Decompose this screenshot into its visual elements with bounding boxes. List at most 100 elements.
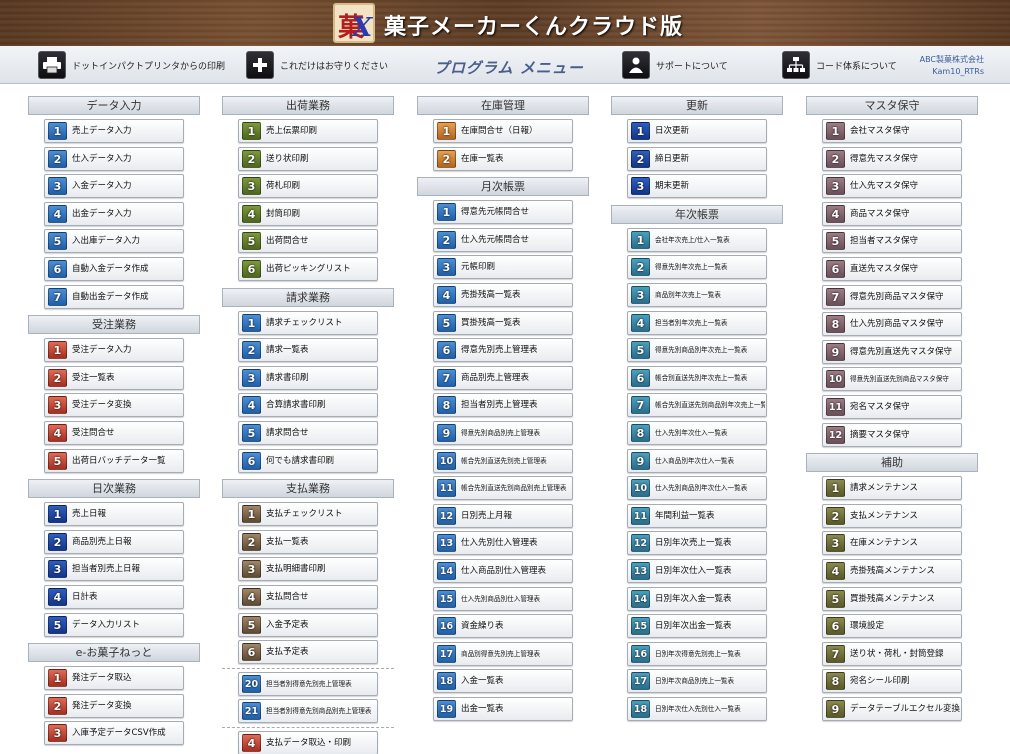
notice-button[interactable]: これだけはお守りください <box>246 51 388 79</box>
menu-item-button[interactable]: 15 仕入先別商品別仕入管理表 <box>433 586 573 611</box>
menu-item-button[interactable]: 2 商品別売上日報 <box>44 529 184 554</box>
menu-item-button[interactable]: 1 売上日報 <box>44 502 184 527</box>
menu-item-button[interactable]: 1 日次更新 <box>627 119 767 143</box>
menu-item-button[interactable]: 4 支払データ取込・印刷 <box>238 730 378 754</box>
menu-item-button[interactable]: 5 請求問合せ <box>238 420 378 445</box>
menu-item-button[interactable]: 19 出金一覧表 <box>433 696 573 721</box>
menu-item-button[interactable]: 1 支払チェックリスト <box>238 502 378 527</box>
menu-item-button[interactable]: 3 元帳印刷 <box>433 255 573 280</box>
menu-item-button[interactable]: 10 仕入先別商品別年次仕入一覧表 <box>627 476 767 501</box>
menu-item-button[interactable]: 11 年間利益一覧表 <box>627 503 767 528</box>
menu-item-button[interactable]: 3 仕入先マスタ保守 <box>822 174 962 199</box>
menu-item-button[interactable]: 8 宛名シール印刷 <box>822 669 962 694</box>
menu-item-button[interactable]: 1 会社マスタ保守 <box>822 119 962 143</box>
menu-item-button[interactable]: 5 出荷日バッチデータ一覧 <box>44 448 184 473</box>
menu-item-button[interactable]: 5 買掛残高メンテナンス <box>822 586 962 611</box>
menu-item-button[interactable]: 2 得意先別年次売上一覧表 <box>627 255 767 280</box>
menu-item-button[interactable]: 2 仕入データ入力 <box>44 146 184 171</box>
print-button[interactable]: ドットインパクトプリンタからの印刷 <box>38 51 225 79</box>
menu-item-button[interactable]: 5 出荷問合せ <box>238 229 378 254</box>
menu-item-button[interactable]: 9 仕入商品別年次仕入一覧表 <box>627 448 767 473</box>
code-button[interactable]: コード体系について <box>782 51 897 79</box>
menu-item-button[interactable]: 17 日別年次商品別売上一覧表 <box>627 669 767 694</box>
menu-item-button[interactable]: 3 支払明細書印刷 <box>238 557 378 582</box>
menu-item-button[interactable]: 12 摘要マスタ保守 <box>822 422 962 447</box>
menu-item-button[interactable]: 11 宛名マスタ保守 <box>822 394 962 419</box>
menu-item-button[interactable]: 4 売掛残高メンテナンス <box>822 558 962 583</box>
menu-item-button[interactable]: 2 得意先マスタ保守 <box>822 146 962 171</box>
menu-item-button[interactable]: 6 支払予定表 <box>238 640 378 665</box>
menu-item-button[interactable]: 5 買掛残高一覧表 <box>433 310 573 335</box>
menu-item-button[interactable]: 15 日別年次出金一覧表 <box>627 614 767 639</box>
menu-item-button[interactable]: 5 データ入力リスト <box>44 612 184 637</box>
menu-item-button[interactable]: 1 受注データ入力 <box>44 338 184 363</box>
menu-item-button[interactable]: 3 請求書印刷 <box>238 365 378 390</box>
menu-item-button[interactable]: 4 支払問合せ <box>238 584 378 609</box>
menu-item-button[interactable]: 3 在庫メンテナンス <box>822 531 962 556</box>
menu-item-button[interactable]: 14 日別年次入金一覧表 <box>627 586 767 611</box>
menu-item-button[interactable]: 7 商品別売上管理表 <box>433 365 573 390</box>
menu-item-button[interactable]: 1 会社年次売上/仕入一覧表 <box>627 227 767 252</box>
menu-item-button[interactable]: 4 出金データ入力 <box>44 201 184 226</box>
menu-item-button[interactable]: 16 資金繰り表 <box>433 614 573 639</box>
menu-item-button[interactable]: 3 期末更新 <box>627 174 767 199</box>
menu-item-button[interactable]: 2 支払メンテナンス <box>822 503 962 528</box>
menu-item-button[interactable]: 6 自動入金データ作成 <box>44 256 184 281</box>
menu-item-button[interactable]: 3 荷札印刷 <box>238 174 378 199</box>
menu-item-button[interactable]: 6 直送先マスタ保守 <box>822 256 962 281</box>
menu-item-button[interactable]: 11 帳合先別直送先別商品別売上管理表 <box>433 476 573 501</box>
menu-item-button[interactable]: 1 発注データ取込 <box>44 666 184 691</box>
menu-item-button[interactable]: 3 受注データ変換 <box>44 393 184 418</box>
menu-item-button[interactable]: 8 仕入先別年次仕入一覧表 <box>627 420 767 445</box>
menu-item-button[interactable]: 10 得意先別直送先別商品マスタ保守 <box>822 367 962 392</box>
menu-item-button[interactable]: 4 合算請求書印刷 <box>238 393 378 418</box>
menu-item-button[interactable]: 7 送り状・荷札・封筒登録 <box>822 641 962 666</box>
menu-item-button[interactable]: 2 受注一覧表 <box>44 365 184 390</box>
menu-item-button[interactable]: 14 仕入商品別仕入管理表 <box>433 558 573 583</box>
menu-item-button[interactable]: 6 出荷ピッキングリスト <box>238 256 378 281</box>
menu-item-button[interactable]: 6 帳合別直送先別年次売上一覧表 <box>627 365 767 390</box>
menu-item-button[interactable]: 6 得意先別売上管理表 <box>433 338 573 363</box>
menu-item-button[interactable]: 2 仕入先元帳問合せ <box>433 227 573 252</box>
menu-item-button[interactable]: 1 請求チェックリスト <box>238 310 378 335</box>
menu-item-button[interactable]: 6 環境設定 <box>822 614 962 639</box>
menu-item-button[interactable]: 6 何でも請求書印刷 <box>238 448 378 473</box>
menu-item-button[interactable]: 1 得意先元帳問合せ <box>433 200 573 225</box>
menu-item-button[interactable]: 5 担当者マスタ保守 <box>822 229 962 254</box>
menu-item-button[interactable]: 2 支払一覧表 <box>238 529 378 554</box>
menu-item-button[interactable]: 17 商品別得意先別売上管理表 <box>433 641 573 666</box>
menu-item-button[interactable]: 20 担当者別得意先別売上管理表 <box>238 671 378 696</box>
menu-item-button[interactable]: 3 担当者別売上日報 <box>44 557 184 582</box>
menu-item-button[interactable]: 13 日別年次仕入一覧表 <box>627 558 767 583</box>
menu-item-button[interactable]: 1 売上データ入力 <box>44 119 184 143</box>
menu-item-button[interactable]: 3 商品別年次売上一覧表 <box>627 282 767 307</box>
menu-item-button[interactable]: 5 入金予定表 <box>238 612 378 637</box>
menu-item-button[interactable]: 4 売掛残高一覧表 <box>433 282 573 307</box>
menu-item-button[interactable]: 4 日計表 <box>44 584 184 609</box>
menu-item-button[interactable]: 4 担当者別年次売上一覧表 <box>627 310 767 335</box>
menu-item-button[interactable]: 18 日別年次仕入先別仕入一覧表 <box>627 696 767 721</box>
menu-item-button[interactable]: 2 発注データ変換 <box>44 693 184 718</box>
menu-item-button[interactable]: 8 仕入先別商品マスタ保守 <box>822 312 962 337</box>
menu-item-button[interactable]: 1 請求メンテナンス <box>822 476 962 501</box>
menu-item-button[interactable]: 7 自動出金データ作成 <box>44 284 184 309</box>
menu-item-button[interactable]: 12 日別年次売上一覧表 <box>627 531 767 556</box>
menu-item-button[interactable]: 2 送り状印刷 <box>238 146 378 171</box>
menu-item-button[interactable]: 5 入出庫データ入力 <box>44 229 184 254</box>
menu-item-button[interactable]: 2 請求一覧表 <box>238 338 378 363</box>
menu-item-button[interactable]: 9 得意先別商品別売上管理表 <box>433 420 573 445</box>
menu-item-button[interactable]: 7 帳合先別直送先別商品別年次売上一覧表 <box>627 393 767 418</box>
menu-item-button[interactable]: 4 商品マスタ保守 <box>822 201 962 226</box>
menu-item-button[interactable]: 1 在庫問合せ（日報） <box>433 119 573 143</box>
menu-item-button[interactable]: 10 帳合先別直送先別売上管理表 <box>433 448 573 473</box>
support-button[interactable]: サポートについて <box>622 51 728 79</box>
menu-item-button[interactable]: 8 担当者別売上管理表 <box>433 393 573 418</box>
menu-item-button[interactable]: 13 仕入先別仕入管理表 <box>433 531 573 556</box>
menu-item-button[interactable]: 2 在庫一覧表 <box>433 146 573 171</box>
menu-item-button[interactable]: 2 締日更新 <box>627 146 767 171</box>
menu-item-button[interactable]: 9 データテーブルエクセル変換 <box>822 696 962 721</box>
menu-item-button[interactable]: 1 売上伝票印刷 <box>238 119 378 143</box>
menu-item-button[interactable]: 12 日別売上月報 <box>433 503 573 528</box>
menu-item-button[interactable]: 9 得意先別直送先マスタ保守 <box>822 339 962 364</box>
menu-item-button[interactable]: 5 得意先別商品別年次売上一覧表 <box>627 338 767 363</box>
